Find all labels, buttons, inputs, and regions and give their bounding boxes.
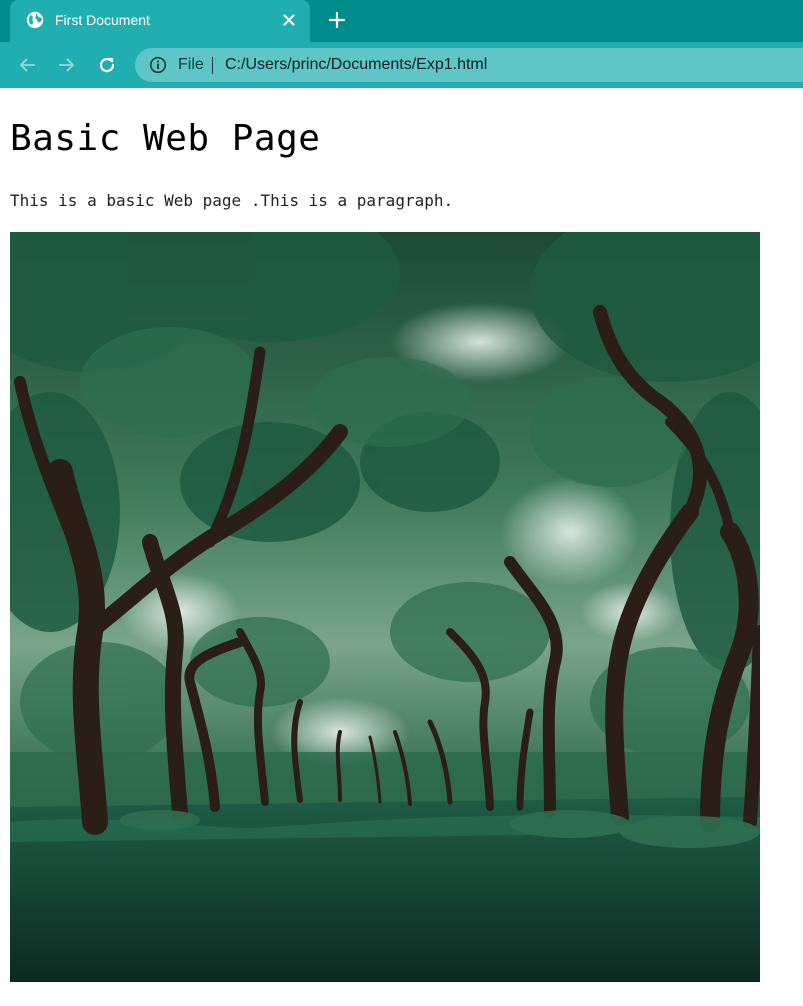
info-icon[interactable] (149, 56, 167, 74)
url-text[interactable]: C:/Users/princ/Documents/Exp1.html (225, 56, 487, 74)
page-heading: Basic Web Page (10, 118, 321, 159)
browser-toolbar: File C:/Users/princ/Documents/Exp1.html (0, 42, 803, 88)
tree-avenue-photo (10, 232, 760, 982)
url-scheme-label: File (178, 56, 204, 73)
close-icon[interactable] (281, 12, 297, 28)
address-divider (212, 57, 213, 74)
reload-icon[interactable] (97, 55, 117, 75)
plus-icon[interactable] (328, 11, 346, 29)
globe-icon (26, 11, 44, 29)
forward-arrow-icon[interactable] (57, 55, 77, 75)
address-bar[interactable]: File C:/Users/princ/Documents/Exp1.html (135, 48, 803, 82)
tab-title: First Document (55, 12, 150, 28)
tab-strip: First Document (0, 0, 803, 42)
back-arrow-icon[interactable] (17, 55, 37, 75)
browser-tab[interactable]: First Document (10, 0, 310, 42)
page-paragraph: This is a basic Web page .This is a para… (10, 191, 454, 210)
